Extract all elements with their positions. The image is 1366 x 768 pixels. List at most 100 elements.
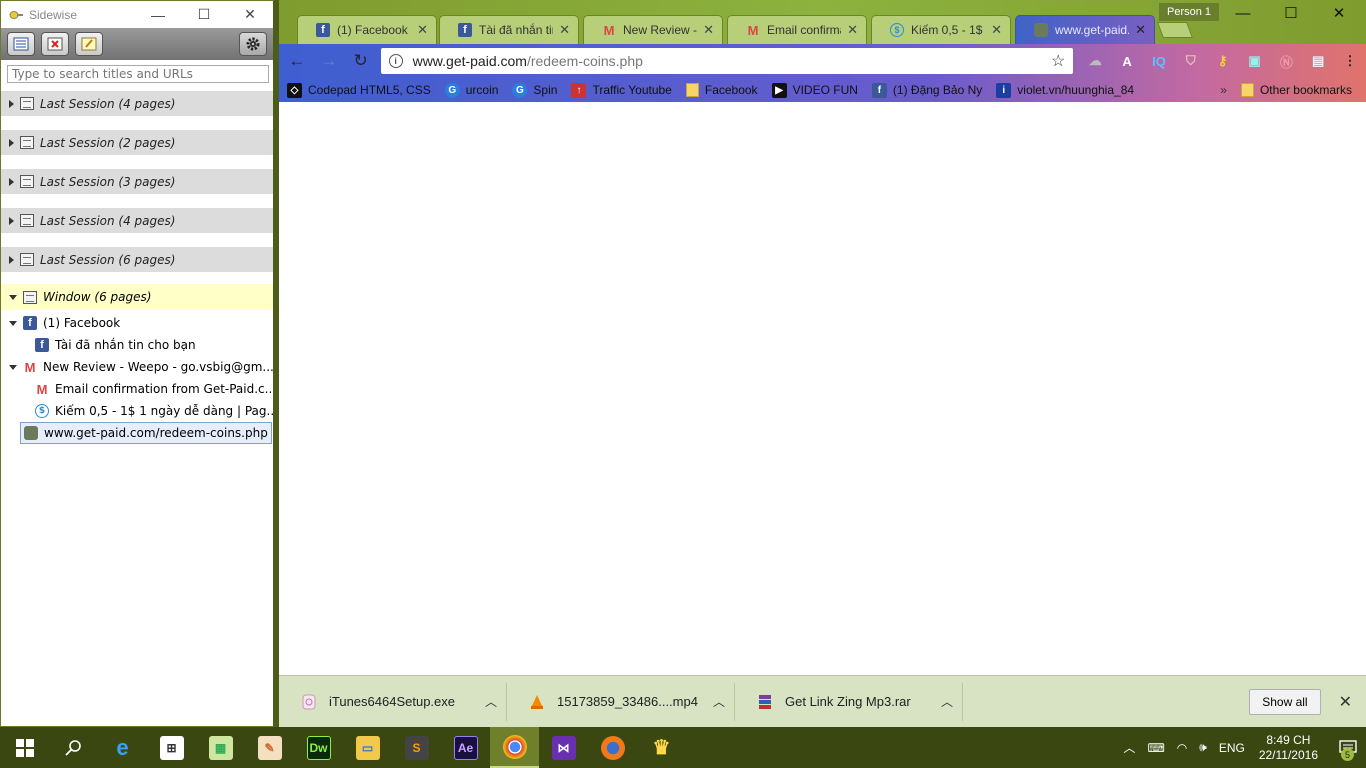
search-button[interactable] [49, 727, 98, 768]
tab-facebook[interactable]: f (1) Facebook ✕ [297, 15, 437, 44]
bookmark-item[interactable]: ▶ VIDEO FUN [771, 82, 858, 98]
show-all-button[interactable]: Show all [1249, 688, 1321, 715]
window-row[interactable]: Window (6 pages) [1, 284, 273, 310]
language-indicator[interactable]: ENG [1219, 741, 1245, 755]
bookmark-item[interactable]: i violet.vn/huunghia_84 [996, 82, 1134, 98]
volume-icon[interactable]: 🕪 [1199, 740, 1207, 755]
bookmark-item[interactable]: f (1) Đặng Bảo Ny [871, 82, 982, 98]
taskbar-after-effects[interactable]: Ae [441, 727, 490, 768]
chevron-up-icon[interactable]: ︿ [1123, 739, 1135, 756]
close-downloads-icon[interactable]: ✕ [1339, 692, 1352, 712]
menu-icon[interactable]: ⋮ [1334, 47, 1366, 75]
expand-arrow-icon[interactable] [9, 99, 14, 108]
new-tab-button[interactable] [1157, 22, 1193, 38]
key-icon[interactable]: ⚷ [1207, 47, 1239, 75]
maximize-button[interactable]: ☐ [1267, 0, 1315, 26]
close-button[interactable]: ✕ [1315, 0, 1363, 26]
bookmark-item[interactable]: ◇ Codepad HTML5, CSS [287, 82, 431, 98]
start-button[interactable] [0, 727, 49, 768]
back-button[interactable]: ← [283, 47, 311, 75]
download-item[interactable]: Get Link Zing Mp3.rar ︿ [735, 682, 963, 721]
profile-button[interactable]: Person 1 [1159, 3, 1220, 21]
session-row[interactable]: Last Session (2 pages) [1, 130, 273, 155]
taskbar-paint[interactable]: ✎ [245, 727, 294, 768]
tree-item[interactable]: M Email confirmation from Get-Paid.c... [1, 378, 273, 400]
more-bookmarks-button[interactable]: » [1220, 83, 1227, 97]
taskbar-explorer[interactable]: ▭ [343, 727, 392, 768]
minimize-button[interactable]: — [135, 1, 181, 28]
forward-button[interactable]: → [315, 47, 343, 75]
session-row[interactable]: Last Session (6 pages) [1, 247, 273, 272]
chevron-up-icon[interactable]: ︿ [704, 693, 734, 710]
download-item[interactable]: 15173859_33486....mp4 ︿ [507, 682, 735, 721]
photo-icon[interactable]: ▣ [1239, 47, 1271, 75]
collapse-arrow-icon[interactable] [9, 364, 17, 370]
tab-message[interactable]: f Tài đã nhắn tin c ✕ [439, 15, 579, 44]
taskbar-firefox[interactable] [588, 727, 637, 768]
chevron-up-icon[interactable]: ︿ [476, 693, 506, 710]
bookmark-item[interactable]: G Spin [512, 82, 557, 98]
bookmark-item[interactable]: Gurcoin [444, 82, 498, 98]
address-bar[interactable]: i www.get-paid.com/redeem-coins.php ☆ [380, 48, 1074, 74]
maximize-button[interactable]: ☐ [181, 1, 227, 28]
bookmark-item[interactable]: ↑ Traffic Youtube [571, 82, 672, 98]
notes-button[interactable] [75, 32, 103, 56]
session-row[interactable]: Last Session (4 pages) [1, 91, 273, 116]
close-tab-icon[interactable]: ✕ [847, 22, 858, 38]
clock[interactable]: 8:49 CH 22/11/2016 [1259, 733, 1318, 763]
close-tab-icon[interactable]: ✕ [559, 22, 570, 38]
download-item[interactable]: iTunes6464Setup.exe ︿ [279, 682, 507, 721]
chevron-up-icon[interactable]: ︿ [932, 693, 962, 710]
shield-icon[interactable]: ⛉ [1175, 47, 1207, 75]
close-tab-icon[interactable]: ✕ [703, 22, 714, 38]
taskbar-app-bulb[interactable]: ♛ [637, 727, 686, 768]
session-row[interactable]: Last Session (3 pages) [1, 169, 273, 194]
taskbar-store[interactable]: ⊞ [147, 727, 196, 768]
search-input[interactable] [7, 65, 269, 83]
taskbar-sublime[interactable]: S [392, 727, 441, 768]
wifi-icon[interactable]: ◠ [1177, 741, 1187, 755]
session-row[interactable]: Last Session (4 pages) [1, 208, 273, 233]
expand-arrow-icon[interactable] [9, 138, 14, 147]
close-tab-icon[interactable]: ✕ [417, 22, 428, 38]
bookmark-folder[interactable]: Facebook [685, 83, 758, 97]
keyboard-icon[interactable]: ⌨ [1147, 741, 1164, 755]
tab-review[interactable]: M New Review - W ✕ [583, 15, 723, 44]
taskbar-chrome[interactable] [490, 727, 539, 768]
collapse-arrow-icon[interactable] [9, 294, 17, 300]
tree-item-selected[interactable]: www.get-paid.com/redeem-coins.php [20, 422, 272, 444]
tab-kiem[interactable]: $ Kiếm 0,5 - 1$ 1 ✕ [871, 15, 1011, 44]
action-center-button[interactable]: 5 [1330, 727, 1366, 768]
info-icon[interactable]: i [388, 54, 403, 68]
taskbar-dreamweaver[interactable]: Dw [294, 727, 343, 768]
nc-icon[interactable]: Ⓝ [1270, 47, 1302, 75]
taskbar-app-chart[interactable]: ▦ [196, 727, 245, 768]
pages-view-button[interactable] [7, 32, 35, 56]
collapse-arrow-icon[interactable] [9, 320, 17, 326]
expand-arrow-icon[interactable] [9, 216, 14, 225]
close-tab-icon[interactable]: ✕ [1135, 22, 1146, 38]
tab-email[interactable]: M Email confirmat ✕ [727, 15, 867, 44]
tree-item[interactable]: M New Review - Weepo - go.vsbig@gm... [1, 356, 273, 378]
tree-item[interactable]: $ Kiếm 0,5 - 1$ 1 ngày dễ dàng | Pag... [1, 400, 273, 422]
tab-label: www.get-paid.c [1055, 23, 1130, 37]
close-button[interactable]: ✕ [227, 1, 273, 28]
expand-arrow-icon[interactable] [9, 255, 14, 264]
bookmark-star-icon[interactable]: ☆ [1051, 51, 1065, 71]
expand-arrow-icon[interactable] [9, 177, 14, 186]
reload-button[interactable]: ↻ [347, 47, 375, 75]
taskbar-edge[interactable]: e [98, 727, 147, 768]
cloud-icon[interactable]: ☁ [1079, 47, 1111, 75]
doc-icon[interactable]: ▤ [1302, 47, 1334, 75]
other-bookmarks-folder[interactable]: Other bookmarks [1240, 83, 1352, 97]
taskbar-visual-studio[interactable]: ⋈ [539, 727, 588, 768]
settings-button[interactable] [239, 32, 267, 56]
a-icon[interactable]: A [1111, 47, 1143, 75]
close-tab-icon[interactable]: ✕ [991, 22, 1002, 38]
tab-get-paid[interactable]: www.get-paid.c ✕ [1015, 15, 1155, 44]
close-pages-button[interactable] [41, 32, 69, 56]
tree-item[interactable]: f Tài đã nhắn tin cho bạn [1, 334, 273, 356]
tree-item[interactable]: f (1) Facebook [1, 312, 273, 334]
iq-icon[interactable]: IQ [1143, 47, 1175, 75]
minimize-button[interactable]: — [1219, 0, 1267, 26]
